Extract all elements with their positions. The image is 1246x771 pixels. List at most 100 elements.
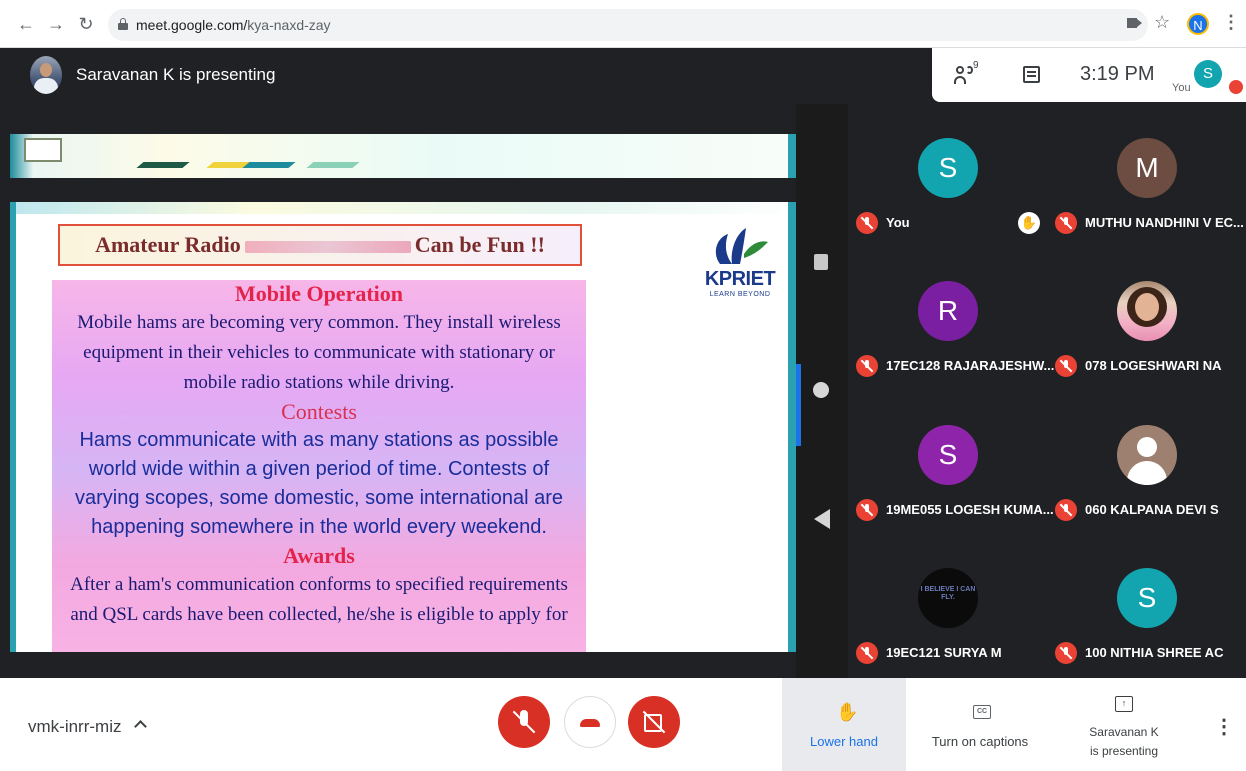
mobile-line-3: mobile radio stations while driving.	[183, 372, 455, 393]
participant-name: 19ME055 LOGESH KUMA...	[886, 502, 1054, 517]
presenting-title: Saravanan K is presenting	[76, 65, 276, 84]
chevron-up-icon[interactable]	[134, 720, 147, 733]
camera-permission-icon[interactable]	[1127, 18, 1142, 28]
participant-tile[interactable]: S 19ME055 LOGESH KUMA...	[848, 391, 1054, 534]
browser-menu-icon[interactable]: ⋮	[1222, 12, 1240, 33]
participant-grid: S You ✋ M MUTHU NANDHINI V EC... R 17EC1…	[848, 104, 1246, 678]
camera-off-button[interactable]	[628, 696, 680, 748]
participant-count: 9	[973, 60, 979, 71]
url-text[interactable]: meet.google.com/kya-naxd-zay	[136, 17, 331, 33]
present-screen-icon[interactable]: ↑	[1115, 696, 1133, 712]
meeting-code[interactable]: vmk-inrr-miz	[28, 717, 121, 737]
control-bar: vmk-inrr-miz ✋ Lower hand CC Turn on cap…	[0, 678, 1246, 771]
home-icon	[813, 382, 829, 398]
presenter-header: Saravanan K is presenting	[0, 48, 848, 104]
slide-body: Mobile Operation Mobile hams are becomin…	[52, 280, 586, 652]
mobile-line-2: equipment in their vehicles to communica…	[83, 342, 555, 363]
bookmark-star-icon[interactable]: ☆	[1154, 12, 1170, 33]
slide-heading-left: Amateur Radio	[95, 232, 241, 257]
participant-name: 100 NITHIA SHREE AC	[1085, 645, 1224, 660]
mic-muted-icon	[1055, 642, 1077, 664]
participant-tile[interactable]: S You ✋	[848, 104, 1047, 247]
presenting-button[interactable]: Saravanan K is presenting	[1064, 723, 1184, 761]
device-nav-bar	[796, 104, 848, 678]
unmute-button[interactable]	[498, 696, 550, 748]
captions-button[interactable]: Turn on captions	[918, 734, 1042, 749]
participant-tile[interactable]: M MUTHU NANDHINI V EC...	[1047, 104, 1246, 247]
participant-name: You	[886, 215, 910, 230]
participant-name: 17EC128 RAJARAJESHW...	[886, 358, 1055, 373]
participant-tile[interactable]: S 100 NITHIA SHREE AC	[1047, 534, 1246, 677]
participant-name: 078 LOGESHWARI NA	[1085, 358, 1222, 373]
participant-tile[interactable]: 060 KALPANA DEVI S	[1047, 391, 1246, 534]
forward-arrow-icon[interactable]: →	[46, 14, 66, 34]
participant-avatar: M	[1117, 138, 1177, 198]
participant-tile[interactable]: 078 LOGESHWARI NA	[1047, 247, 1246, 390]
participant-avatar: S	[918, 425, 978, 485]
presentation-stage: Amateur Radio Can be Fun !! KPRIET LEARN …	[0, 104, 848, 678]
contests-line-1: Hams communicate with as many stations a…	[79, 429, 559, 451]
participant-photo: I BELIEVE I CAN FLY.	[918, 568, 978, 628]
lower-hand-label: Lower hand	[810, 734, 878, 749]
logo-tagline: LEARN BEYOND	[709, 291, 771, 298]
address-bar[interactable]: meet.google.com/kya-naxd-zay	[108, 9, 1148, 41]
participant-avatar: S	[1117, 568, 1177, 628]
slide: Amateur Radio Can be Fun !! KPRIET LEARN …	[10, 202, 796, 652]
hand-icon: ✋	[836, 702, 859, 722]
participant-tile[interactable]: I BELIEVE I CAN FLY. 19EC121 SURYA M	[848, 534, 1047, 677]
awards-line-1: After a ham's communication conforms to …	[70, 574, 568, 595]
awards-line-2: and QSL cards have been collected, he/sh…	[70, 604, 568, 625]
kpriet-leaf-icon	[715, 228, 768, 264]
presenting-label-line1: Saravanan K	[1089, 725, 1159, 739]
contests-line-2: world wide within a given period of time…	[88, 458, 550, 480]
presenter-avatar	[30, 56, 62, 94]
participant-avatar: R	[918, 281, 978, 341]
participant-avatar: S	[918, 138, 978, 198]
presenting-label-line2: is presenting	[1089, 744, 1159, 758]
awards-title: Awards	[283, 543, 355, 568]
lock-icon	[118, 18, 128, 30]
url-path: kya-naxd-zay	[247, 17, 331, 33]
meeting-info-panel: 9 3:19 PM You S	[932, 48, 1246, 102]
chat-icon[interactable]	[1023, 66, 1040, 83]
leave-call-button[interactable]	[564, 696, 616, 748]
lower-hand-button[interactable]: ✋ Lower hand	[782, 678, 906, 771]
back-triangle-icon	[814, 509, 830, 529]
more-options-icon[interactable]: ⋮	[1214, 714, 1234, 739]
mic-muted-icon	[1229, 80, 1243, 94]
participant-name: 060 KALPANA DEVI S	[1085, 502, 1219, 517]
browser-profile-avatar[interactable]: N	[1187, 13, 1209, 35]
mic-muted-icon	[1055, 499, 1077, 521]
mic-muted-icon	[856, 499, 878, 521]
self-avatar: S	[1194, 60, 1222, 88]
url-host: meet.google.com/	[136, 17, 248, 33]
slide-heading-right: Can be Fun !!	[414, 232, 545, 257]
participant-photo	[1117, 281, 1177, 341]
participant-name: 19EC121 SURYA M	[886, 645, 1002, 660]
self-label: You	[1172, 82, 1191, 94]
participant-name: MUTHU NANDHINI V EC...	[1085, 215, 1244, 230]
mic-muted-icon	[856, 355, 878, 377]
captions-icon[interactable]: CC	[973, 705, 991, 719]
back-arrow-icon[interactable]: ←	[16, 14, 36, 34]
mobile-operation-title: Mobile Operation	[234, 281, 404, 306]
kpriet-logo: KPRIET LEARN BEYOND	[702, 224, 778, 314]
raised-hand-icon: ✋	[1018, 212, 1040, 234]
recent-apps-icon	[814, 254, 828, 270]
default-avatar-icon	[1117, 425, 1177, 485]
mic-muted-icon	[1055, 212, 1077, 234]
contests-line-4: happening somewhere in the world every w…	[91, 516, 547, 538]
browser-toolbar: ← → ↻ meet.google.com/kya-naxd-zay ☆ N ⋮	[0, 0, 1246, 48]
contests-line-3: varying scopes, some domestic, some inte…	[74, 487, 563, 509]
mic-muted-icon	[856, 642, 878, 664]
participant-tile[interactable]: R 17EC128 RAJARAJESHW...	[848, 247, 1054, 390]
logo-name: KPRIET	[704, 268, 776, 290]
previous-slide-strip	[10, 134, 796, 178]
mobile-line-1: Mobile hams are becoming very common. Th…	[77, 312, 561, 333]
contests-title: Contests	[281, 399, 357, 424]
reload-icon[interactable]: ↻	[76, 14, 96, 34]
meeting-time: 3:19 PM	[1080, 63, 1155, 85]
mic-muted-icon	[856, 212, 878, 234]
mic-muted-icon	[1055, 355, 1077, 377]
slide-heading: Amateur Radio Can be Fun !!	[58, 224, 582, 266]
